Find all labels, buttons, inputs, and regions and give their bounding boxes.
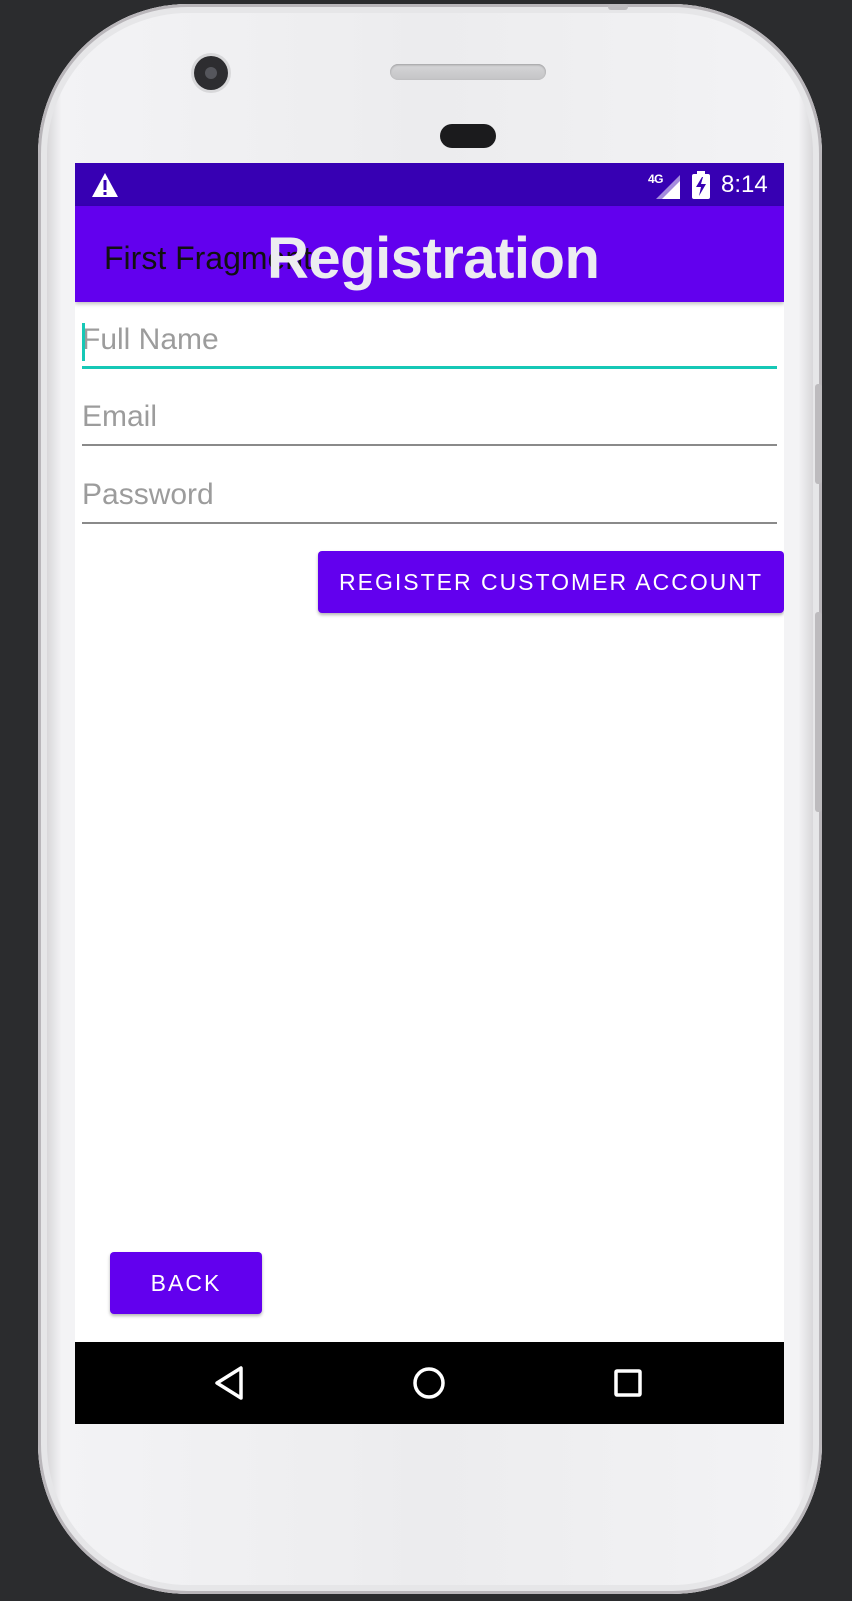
password-input[interactable]: [82, 470, 777, 520]
top-button: [608, 4, 628, 10]
password-underline: [82, 522, 777, 524]
recents-square-icon[interactable]: [609, 1364, 647, 1402]
back-button[interactable]: BACK: [110, 1252, 262, 1314]
power-button: [815, 612, 822, 812]
battery-charging-icon: [692, 171, 710, 199]
earpiece-speaker: [390, 64, 546, 80]
proximity-sensor: [440, 124, 496, 148]
full-name-input[interactable]: [82, 315, 777, 365]
page-title: Registration: [267, 226, 600, 291]
email-field[interactable]: [82, 392, 777, 446]
home-circle-icon[interactable]: [410, 1364, 448, 1402]
email-underline: [82, 444, 777, 446]
warning-icon: [92, 173, 118, 197]
signal-icon: [656, 175, 680, 199]
full-name-field[interactable]: [82, 315, 777, 369]
status-clock: 8:14: [721, 171, 768, 198]
device-screen: 4G 8:14 First Fragment Registration REGI…: [75, 163, 784, 1424]
navigation-bar: [75, 1342, 784, 1424]
register-customer-account-button[interactable]: REGISTER CUSTOMER ACCOUNT: [318, 551, 784, 613]
password-field[interactable]: [82, 470, 777, 524]
front-camera: [194, 56, 228, 90]
back-triangle-icon[interactable]: [211, 1364, 249, 1402]
email-input[interactable]: [82, 392, 777, 442]
full-name-underline: [82, 366, 777, 369]
text-cursor: [82, 323, 85, 361]
volume-button: [815, 384, 822, 484]
status-bar: 4G 8:14: [75, 163, 784, 206]
app-bar: First Fragment Registration: [75, 206, 784, 302]
